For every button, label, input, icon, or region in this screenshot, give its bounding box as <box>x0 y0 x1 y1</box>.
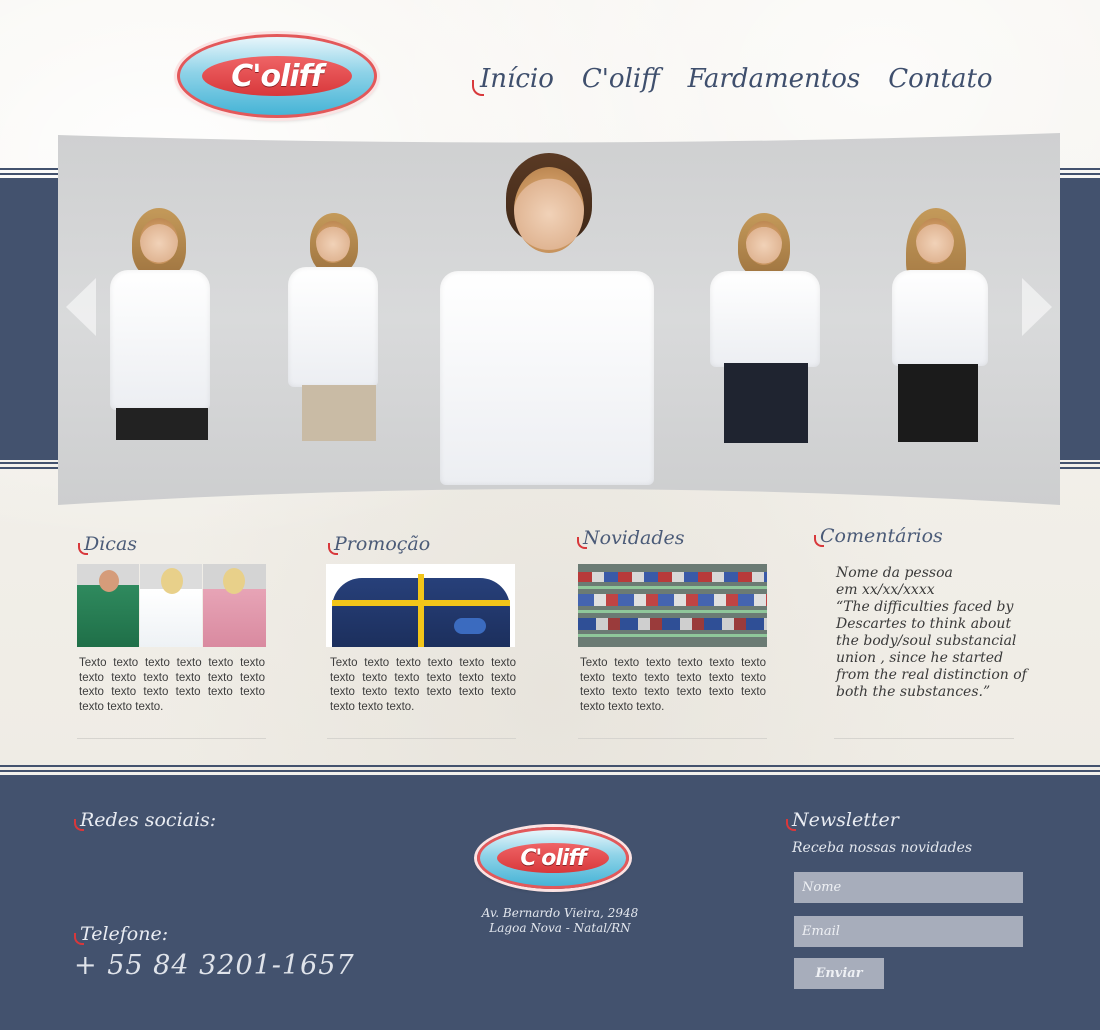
nav-contato[interactable]: Contato <box>888 64 992 94</box>
section-title-novidades: Novidades <box>577 527 685 549</box>
newsletter-email-input[interactable] <box>794 916 1023 947</box>
comment-quote: “The difficulties faced by Descartes to … <box>836 599 1027 700</box>
address-line-1: Av. Bernardo Vieira, 2948 <box>481 906 639 920</box>
hero-slider <box>58 133 1060 505</box>
nav-coliff[interactable]: C'oliff <box>582 64 660 94</box>
phone-title: Telefone: <box>73 923 169 945</box>
social-title: Redes sociais: <box>73 809 217 831</box>
newsletter-name-input[interactable] <box>794 872 1023 903</box>
comment-author: Nome da pessoa <box>836 565 953 581</box>
novidades-text: Texto texto texto texto texto texto text… <box>580 657 766 713</box>
newsletter-submit-button[interactable]: Enviar <box>794 958 884 989</box>
footer-stripe <box>0 770 1100 772</box>
logo-text: C'oliff <box>202 56 352 96</box>
newsletter-title: Newsletter <box>786 809 899 831</box>
footer-logo-text: C'oliff <box>497 843 609 873</box>
dicas-image[interactable] <box>77 564 266 647</box>
divider <box>327 738 516 739</box>
novidades-image[interactable] <box>578 564 767 647</box>
section-title-dicas: Dicas <box>77 533 138 555</box>
section-title-promocao: Promoção <box>327 533 431 555</box>
main-nav: Início C'oliff Fardamentos Contato <box>472 64 993 96</box>
phone-number: + 55 84 3201-1657 <box>74 950 355 981</box>
divider <box>77 738 266 739</box>
divider <box>578 738 767 739</box>
slider-prev-arrow-icon[interactable] <box>66 278 96 336</box>
promocao-text: Texto texto texto texto texto texto text… <box>330 657 516 713</box>
newsletter-subtitle: Receba nossas novidades <box>792 840 973 856</box>
promocao-image[interactable] <box>326 564 515 647</box>
comment-block: Nome da pessoa em xx/xx/xxxx “The diffic… <box>836 565 1036 701</box>
dicas-text: Texto texto texto texto texto texto text… <box>79 657 265 713</box>
footer-stripe <box>0 765 1100 767</box>
section-title-comentarios: Comentários <box>814 525 943 547</box>
address-line-2: Lagoa Nova - Natal/RN <box>489 921 631 935</box>
logo[interactable]: C'oliff <box>177 34 377 118</box>
address: Av. Bernardo Vieira, 2948 Lagoa Nova - N… <box>440 906 680 936</box>
nav-inicio[interactable]: Início <box>472 64 554 96</box>
divider <box>834 738 1014 739</box>
slider-next-arrow-icon[interactable] <box>1022 278 1052 336</box>
nav-fardamentos[interactable]: Fardamentos <box>688 64 861 94</box>
footer-logo[interactable]: C'oliff <box>477 827 629 889</box>
comment-date: em xx/xx/xxxx <box>836 582 935 598</box>
